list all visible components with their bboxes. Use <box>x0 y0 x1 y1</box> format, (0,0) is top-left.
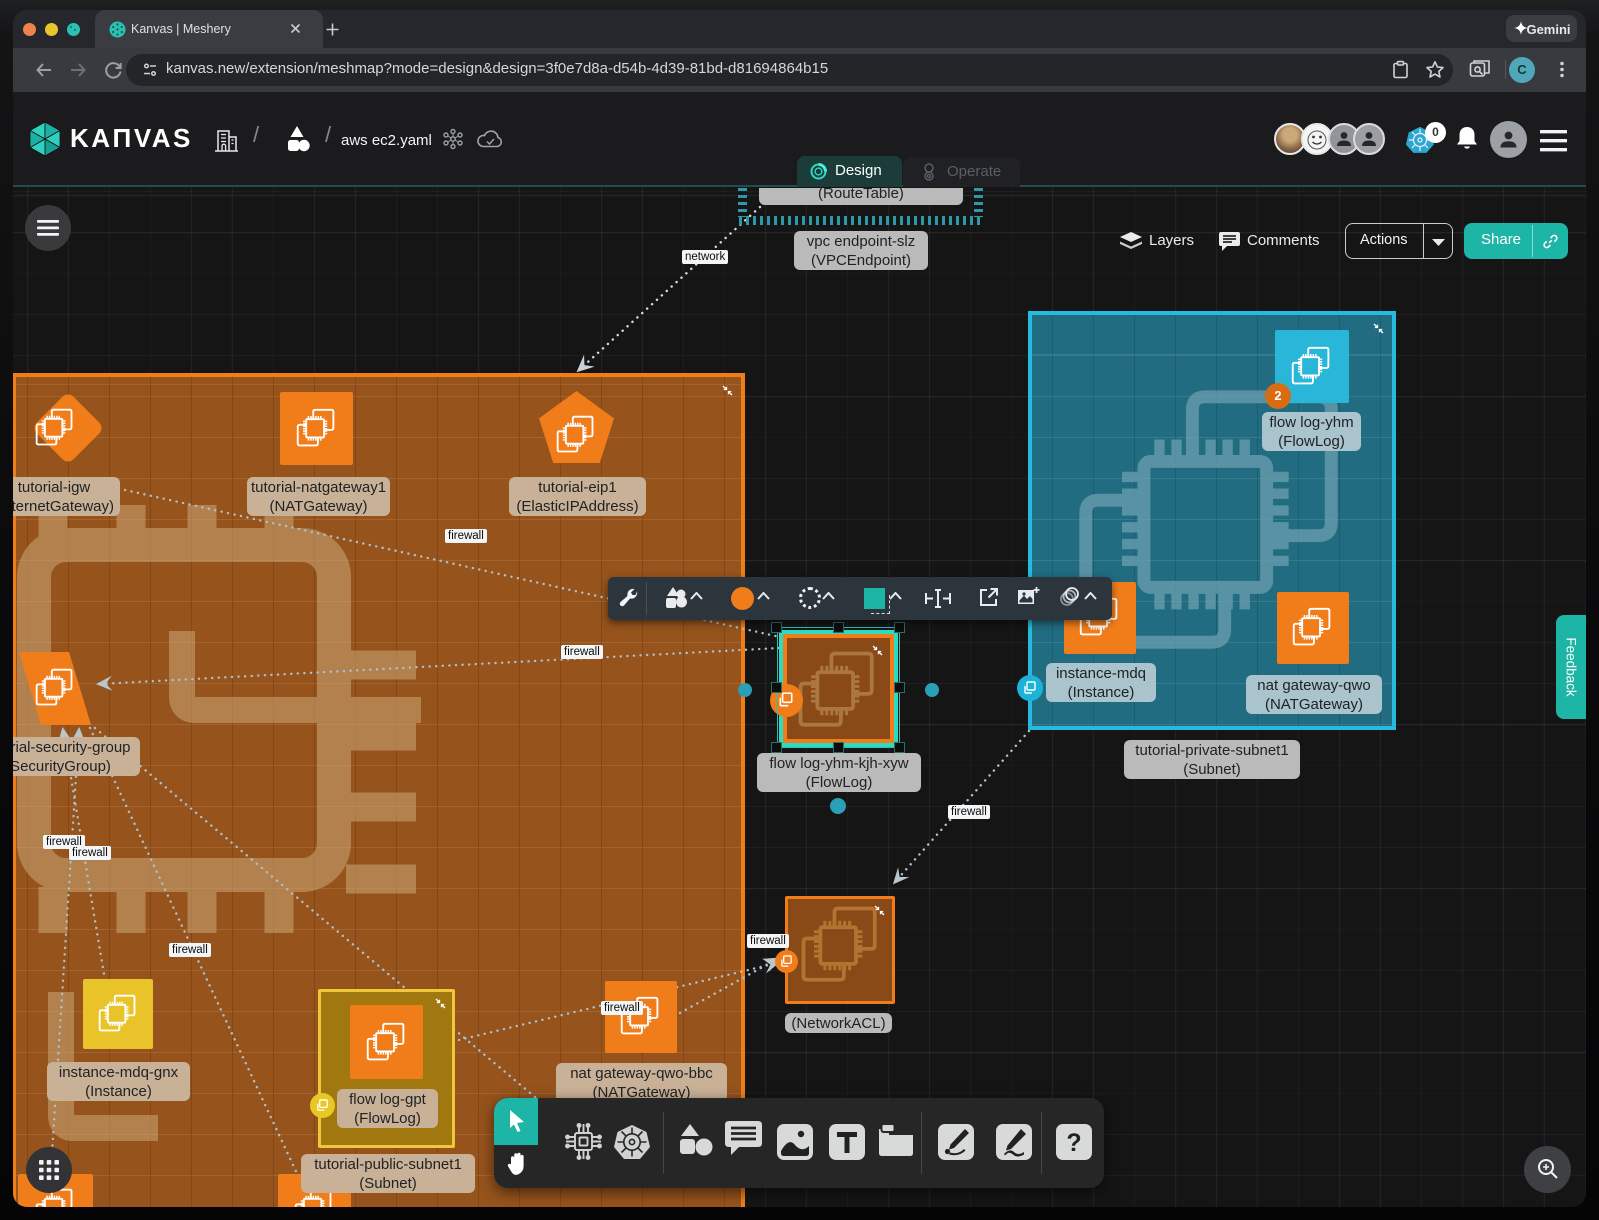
svg-text:?: ? <box>1066 1129 1081 1157</box>
